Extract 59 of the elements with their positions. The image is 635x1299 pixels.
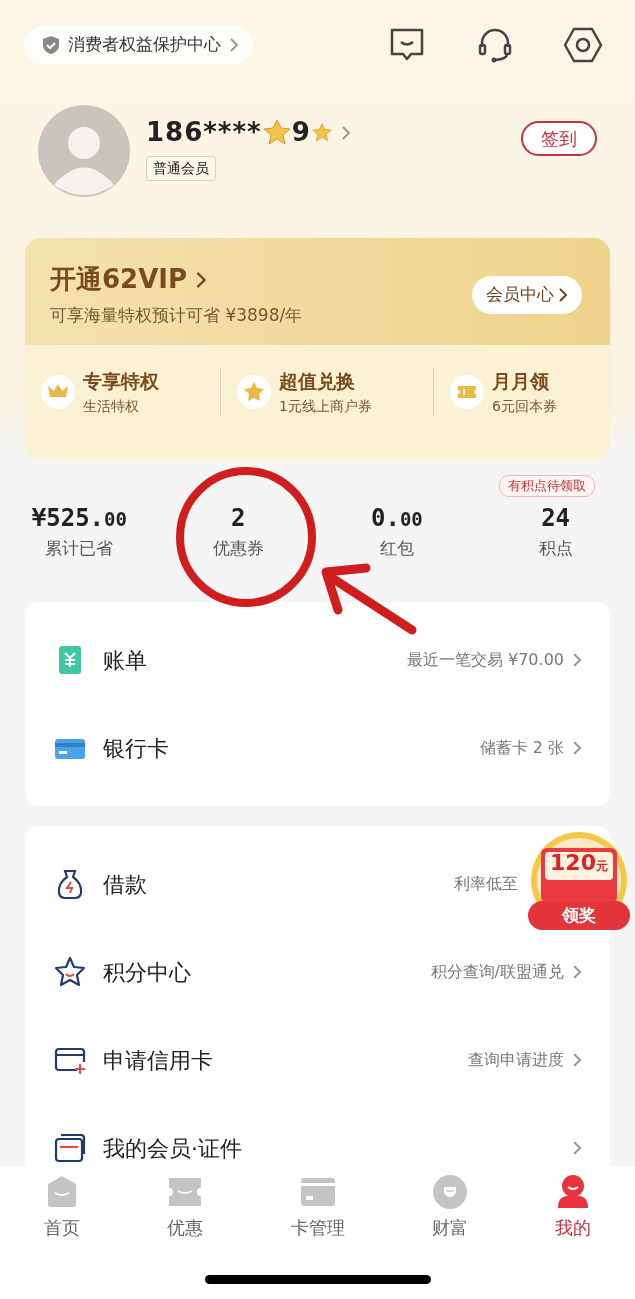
crown-icon [41,375,75,409]
chevron-icon [572,740,582,756]
menu-item-title[interactable]: 积分中心 [103,955,191,989]
stat-value[interactable]: 24 [476,500,635,536]
menu-item-title[interactable]: 银行卡 [103,731,169,765]
home-indicator[interactable] [204,1275,431,1284]
chevron-icon [229,36,239,53]
menu-item-detail: 利率低至 [454,873,518,895]
menu-item-detail: 积分查询/联盟通兑 [430,961,564,983]
stat-value[interactable]: 2 [158,500,318,536]
phone-number: 9 [291,116,311,149]
chevron-icon [572,1140,582,1156]
nav-tab[interactable]: 优惠 [123,1174,247,1241]
menu-item-title[interactable]: 我的会员·证件 [103,1131,242,1165]
phone-number: 186**** [146,116,262,149]
menu-item-title[interactable]: 账单 [103,643,147,677]
benefit-title[interactable]: 月月领 [492,367,557,396]
menu-item-detail: 最近一笔交易 ¥70.00 [406,649,564,671]
nav-tab[interactable]: 我的 [511,1174,635,1241]
stat-label[interactable]: 积点 [476,536,635,562]
vip-title[interactable]: 开通62VIP [50,260,188,299]
coin-icon [431,1174,468,1210]
reward-amount: 120元 [549,852,609,874]
checkin-button[interactable]: 签到 [521,121,597,156]
stat-label[interactable]: 累计已省 [0,536,159,562]
points-pending-badge: 有积点待领取 [499,475,595,497]
chevron-icon [195,269,208,290]
membership-card-icon [53,1131,87,1165]
nav-tab[interactable]: 卡管理 [246,1174,389,1241]
claim-reward-button[interactable]: 领奖 [528,901,630,930]
nav-tab[interactable]: 财富 [388,1174,512,1241]
chevron-icon [558,286,568,303]
benefit-description: 6元回本券 [492,396,557,416]
chevron-icon [572,652,582,668]
stat-label[interactable]: 红包 [317,536,477,562]
menu-item-detail: 储蓄卡 2 张 [479,737,564,759]
member-level-tag: 普通会员 [146,156,216,181]
star-sticker-icon [310,122,333,143]
star-sticker-icon [261,118,292,147]
benefit-description: 生活特权 [83,396,140,416]
ticket-icon [450,375,484,409]
chevron-icon [340,125,351,141]
shield-icon [42,34,60,55]
stat-value[interactable]: ¥525.00 [0,500,159,536]
chevron-icon [572,1052,582,1068]
protection-link[interactable]: 消费者权益保护中心 [24,25,253,64]
nav-tab[interactable]: 首页 [0,1174,124,1241]
star-icon [53,955,87,989]
vip-savings-text: 可享海量特权预计可省 ¥3898/年 [50,304,303,327]
chevron-icon [572,964,582,980]
menu-item-title[interactable]: 借款 [103,867,147,901]
member-center-button[interactable]: 会员中心 [472,276,582,314]
menu-item-title[interactable]: 申请信用卡 [103,1043,213,1077]
benefit-title[interactable]: 专享特权 [83,367,159,396]
benefit-title[interactable]: 超值兑换 [279,367,372,396]
stat-value[interactable]: 0.00 [317,500,477,536]
benefit-description: 1元线上商户券 [279,396,372,416]
menu-item-detail: 查询申请进度 [468,1049,564,1071]
stat-label[interactable]: 优惠券 [158,536,318,562]
